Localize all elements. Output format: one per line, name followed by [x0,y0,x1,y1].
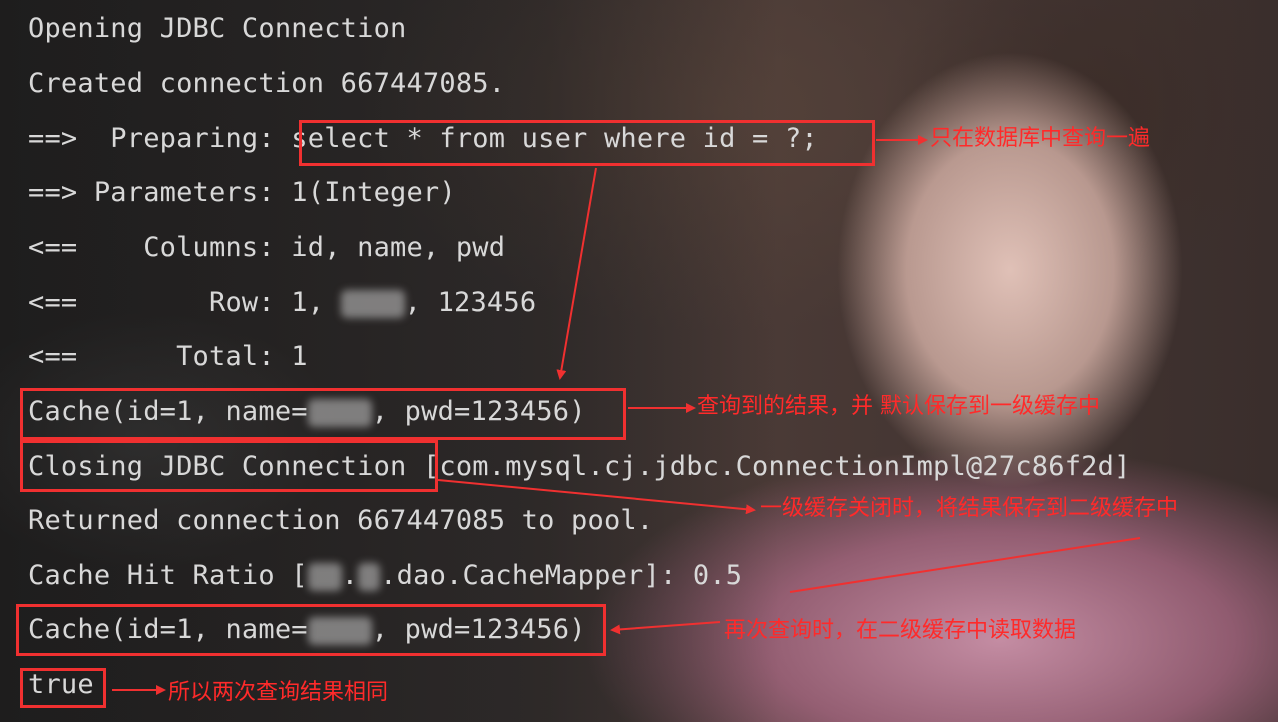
cache-first-highlight-box [20,388,626,440]
preparing-label: ==> Preparing: [28,123,292,154]
redacted-name [340,289,405,318]
sql-highlight-box [299,120,875,166]
console-line-columns: <== Columns: id, name, pwd [28,232,506,263]
note-same-result: 所以两次查询结果相同 [168,680,389,705]
note-read-second: 再次查询时，在二级缓存中读取数据 [724,618,1077,643]
redacted-package [358,562,381,591]
true-highlight-box [20,668,106,708]
note-query-once: 只在数据库中查询一遍 [930,126,1151,151]
console-line-total: <== Total: 1 [28,341,308,372]
row-prefix: <== Row: 1, [28,287,341,318]
console-line-row: <== Row: 1, , 123456 [28,286,536,320]
row-suffix: , 123456 [404,287,537,318]
console-line-returned: Returned connection 667447085 to pool. [28,505,654,536]
note-result-cached: 查询到的结果，并 默认保存到一级缓存中 [697,394,1100,419]
redacted-package [307,562,342,591]
console-line-created: Created connection 667447085. [28,68,506,99]
hit-ratio-suffix: .dao.CacheMapper]: 0.5 [380,560,743,591]
connection-impl: [com.mysql.cj.jdbc.ConnectionImpl@27c86f… [406,451,1131,482]
console-line-hit-ratio: Cache Hit Ratio [. .dao.CacheMapper]: 0.5 [28,559,742,593]
hit-ratio-dot: . [341,560,359,591]
cache-second-highlight-box [16,604,606,656]
hit-ratio-prefix: Cache Hit Ratio [ [28,560,308,591]
closing-highlight-box [20,440,438,492]
console-line-parameters: ==> Parameters: 1(Integer) [28,177,456,208]
console-line-opening: Opening JDBC Connection [28,13,407,44]
note-close-saves: 一级缓存关闭时，将结果保存到二级缓存中 [760,496,1179,521]
